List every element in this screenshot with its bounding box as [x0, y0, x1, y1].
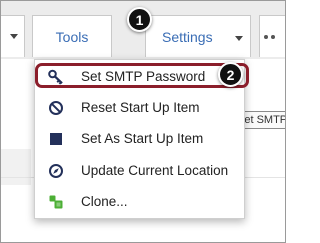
- settings-button[interactable]: Settings: [145, 15, 251, 57]
- content-row-shade: [1, 149, 31, 185]
- step-marker-2: 2: [218, 62, 243, 87]
- chevron-down-icon: [235, 36, 243, 41]
- menu-item-set-as-start-up-item[interactable]: Set As Start Up Item: [35, 124, 244, 154]
- menu-item-reset-start-up-item[interactable]: Reset Start Up Item: [35, 93, 244, 123]
- menu-item-update-current-location[interactable]: Update Current Location: [35, 156, 244, 186]
- menu-item-label: Clone...: [81, 194, 128, 209]
- screenshot-frame: Tools Settings Set SMTP Set SMTP Passwor…: [0, 0, 286, 243]
- more-dots-icon: [264, 34, 275, 39]
- step-number: 1: [135, 11, 144, 28]
- more-options-button[interactable]: [259, 15, 285, 57]
- menu-item-label: Update Current Location: [81, 163, 229, 178]
- square-icon: [50, 133, 62, 145]
- no-entry-icon: [49, 101, 63, 115]
- menu-item-label: Set As Start Up Item: [81, 131, 204, 146]
- step-number: 2: [226, 66, 235, 83]
- compass-icon: [49, 164, 63, 178]
- clone-icon: [49, 195, 63, 209]
- left-dropdown-button[interactable]: [1, 15, 25, 57]
- chevron-down-icon: [10, 34, 18, 39]
- tools-button[interactable]: Tools: [32, 15, 112, 57]
- step-marker-1: 1: [127, 7, 152, 32]
- menu-item-clone[interactable]: Clone...: [35, 187, 244, 217]
- highlight-box: [35, 63, 249, 88]
- settings-label: Settings: [162, 28, 213, 45]
- menu-item-label: Reset Start Up Item: [81, 100, 200, 115]
- tools-label: Tools: [55, 28, 89, 45]
